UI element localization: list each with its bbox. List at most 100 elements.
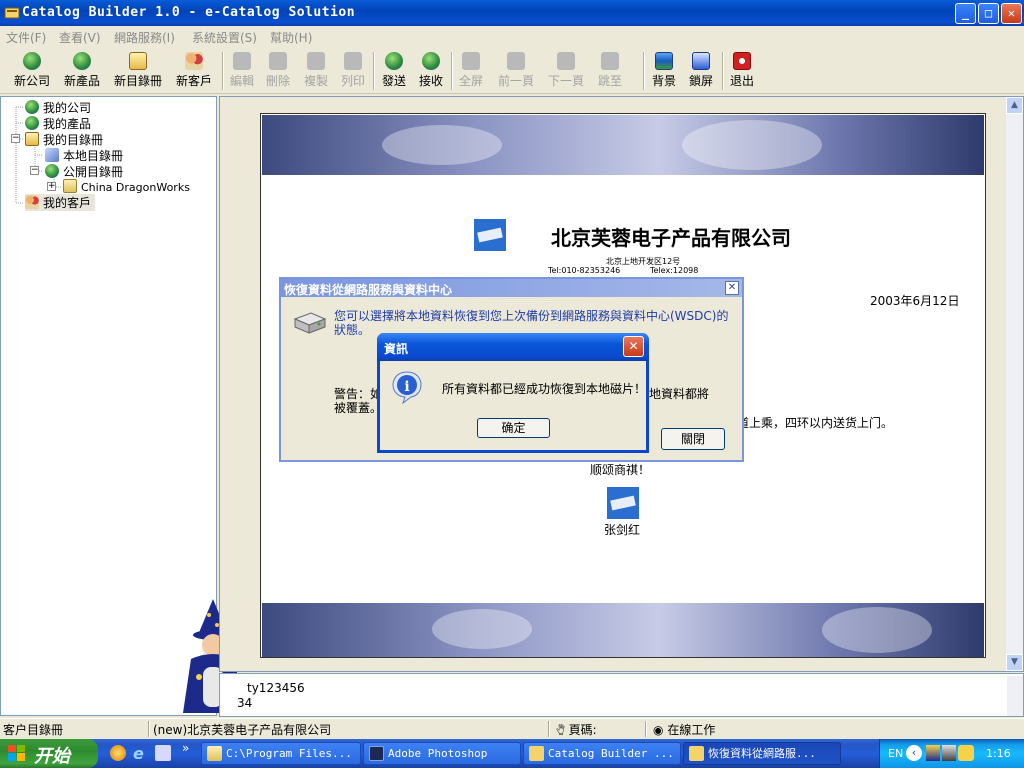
expand-toggle[interactable]: + [47, 182, 56, 191]
start-button[interactable]: 开始 [0, 739, 98, 768]
language-indicator[interactable]: EN [888, 747, 903, 760]
catalog-builder-icon [529, 746, 544, 761]
print-button[interactable]: 列印 [338, 50, 368, 92]
fullscreen-button[interactable]: 全屏 [456, 50, 486, 92]
tree-item-label: 我的目錄冊 [43, 133, 104, 147]
collapse-toggle[interactable]: − [11, 134, 20, 143]
scroll-up-button[interactable]: ▲ [1006, 97, 1023, 114]
new-catalog-button[interactable]: 新目錄冊 [110, 50, 166, 92]
tray-app-icon[interactable] [958, 745, 974, 761]
edit-button[interactable]: 編輯 [227, 50, 257, 92]
print-label: 列印 [340, 74, 365, 88]
outlook-icon[interactable] [155, 745, 171, 761]
menu-view[interactable]: 查看(V) [59, 29, 101, 46]
new-product-button[interactable]: 新產品 [60, 50, 104, 92]
tree-item-my-products[interactable]: 我的產品 [25, 115, 91, 132]
new-customer-button[interactable]: 新客戶 [172, 50, 216, 92]
menu-bar: 文件(F) 查看(V) 網路服務(I) 系統設置(S) 幫助(H) [0, 26, 1024, 46]
system-tray: EN ‹ 1:16 [879, 739, 1024, 768]
photoshop-icon [369, 746, 384, 761]
prev-page-label: 前一頁 [497, 74, 534, 88]
tray-app-icon[interactable] [942, 745, 956, 761]
task-catalog-builder[interactable]: Catalog Builder ... [523, 742, 681, 765]
minimize-button[interactable]: _ [955, 3, 976, 24]
toolbar-separator [373, 52, 375, 90]
goto-button[interactable]: 跳至 [595, 50, 625, 92]
tree-item-label: 本地目錄冊 [63, 149, 124, 163]
quicklaunch-overflow-icon[interactable]: » [182, 741, 189, 755]
send-icon [385, 52, 403, 70]
exit-label: 退出 [729, 74, 754, 88]
status-page: 🖐︎ 頁碼: [556, 721, 597, 738]
info-dialog-title: 資訊 [384, 342, 409, 356]
info-dialog-titlebar: 資訊 ✕ [377, 333, 649, 361]
toolbar-separator [643, 52, 645, 90]
send-button[interactable]: 發送 [379, 50, 409, 92]
menu-help[interactable]: 幫助(H) [270, 29, 312, 46]
tree-item-label: 我的客戶 [43, 196, 92, 210]
scroll-down-button[interactable]: ▼ [1006, 654, 1023, 671]
menu-network[interactable]: 網路服務(I) [114, 29, 175, 46]
footer-banner-image [262, 603, 984, 657]
status-company: (new)北京芙蓉电子产品有限公司 [153, 723, 332, 737]
new-company-label: 新公司 [13, 74, 50, 88]
delete-button[interactable]: 刪除 [263, 50, 293, 92]
fullscreen-label: 全屏 [458, 74, 483, 88]
ok-button[interactable]: 确定 [477, 418, 550, 438]
restore-dialog-title: 恢復資料從網路服務與資料中心 [284, 283, 453, 297]
task-label: C:\Program Files... [226, 747, 352, 760]
toolbar-separator [222, 52, 224, 90]
chevron-left-icon[interactable]: ‹ [906, 745, 922, 761]
tree-item-my-customers[interactable]: 我的客戶 [25, 194, 96, 211]
tree-item-local-catalogs[interactable]: 本地目錄冊 [45, 147, 123, 164]
restore-dialog-titlebar: 恢復資料從網路服務與資料中心 ✕ [281, 279, 742, 297]
receive-button[interactable]: 接收 [416, 50, 446, 92]
media-player-icon[interactable] [110, 745, 126, 761]
task-photoshop[interactable]: Adobe Photoshop [363, 742, 521, 765]
maximize-button[interactable]: □ [978, 3, 999, 24]
internet-explorer-icon[interactable]: e [133, 744, 144, 763]
restore-close-button[interactable]: 關閉 [661, 428, 725, 450]
vertical-scrollbar[interactable]: ▲ ▼ [1006, 97, 1023, 671]
task-restore-dialog[interactable]: 恢復資料從網路服... [683, 742, 841, 765]
copy-button[interactable]: 複製 [301, 50, 331, 92]
menu-file[interactable]: 文件(F) [6, 29, 46, 46]
header-banner-image [262, 115, 984, 175]
restore-dialog-close-icon[interactable]: ✕ [725, 281, 739, 295]
letter-closing: 顺颂商祺！ [590, 463, 651, 477]
toolbar-separator [451, 52, 453, 90]
folder-icon [207, 746, 222, 761]
goto-label: 跳至 [597, 74, 622, 88]
lock-screen-button[interactable]: 鎖屏 [686, 50, 716, 92]
new-company-button[interactable]: 新公司 [10, 50, 54, 92]
new-customer-label: 新客戶 [175, 74, 212, 88]
tree-item-my-catalogs[interactable]: 我的目錄冊 [25, 131, 103, 148]
delete-icon [269, 52, 287, 70]
task-label: 恢復資料從網路服... [708, 747, 816, 760]
prev-page-button[interactable]: 前一頁 [495, 50, 537, 92]
task-label: Adobe Photoshop [388, 747, 488, 760]
catalog-icon [129, 52, 147, 70]
background-button[interactable]: 背景 [649, 50, 679, 92]
collapse-toggle[interactable]: − [30, 166, 39, 175]
info-scrollbar[interactable] [1007, 676, 1023, 716]
tree-item-public-catalogs[interactable]: 公開目錄冊 [45, 163, 123, 180]
company-telex: Telex:12098 [650, 266, 699, 275]
tree-item-label: China DragonWorks [81, 181, 190, 194]
status-bar: 客户目錄冊 (new)北京芙蓉电子产品有限公司 🖐︎ 頁碼: ◉ 在線工作 [0, 718, 1024, 739]
task-explorer[interactable]: C:\Program Files... [201, 742, 361, 765]
status-section: 客户目錄冊 [3, 723, 64, 737]
menu-settings[interactable]: 系統設置(S) [192, 29, 257, 46]
tree-item-my-company[interactable]: 我的公司 [25, 99, 91, 116]
restore-warning-end: 被覆蓋。 [334, 401, 383, 415]
close-button[interactable]: ✕ [1001, 3, 1022, 24]
svg-text:i: i [404, 379, 409, 395]
information-icon: i [392, 371, 422, 404]
letter-body-text: 道上乘，四环以内送货上门。 [737, 416, 894, 430]
title-bar: Catalog Builder 1.0 - e-Catalog Solution… [0, 0, 1024, 26]
exit-button[interactable]: 退出 [727, 50, 757, 92]
info-dialog-close-button[interactable]: ✕ [623, 336, 644, 357]
next-page-button[interactable]: 下一頁 [545, 50, 587, 92]
tray-app-icon[interactable] [926, 745, 940, 761]
tree-item-china-dragonworks[interactable]: China DragonWorks [63, 179, 190, 194]
